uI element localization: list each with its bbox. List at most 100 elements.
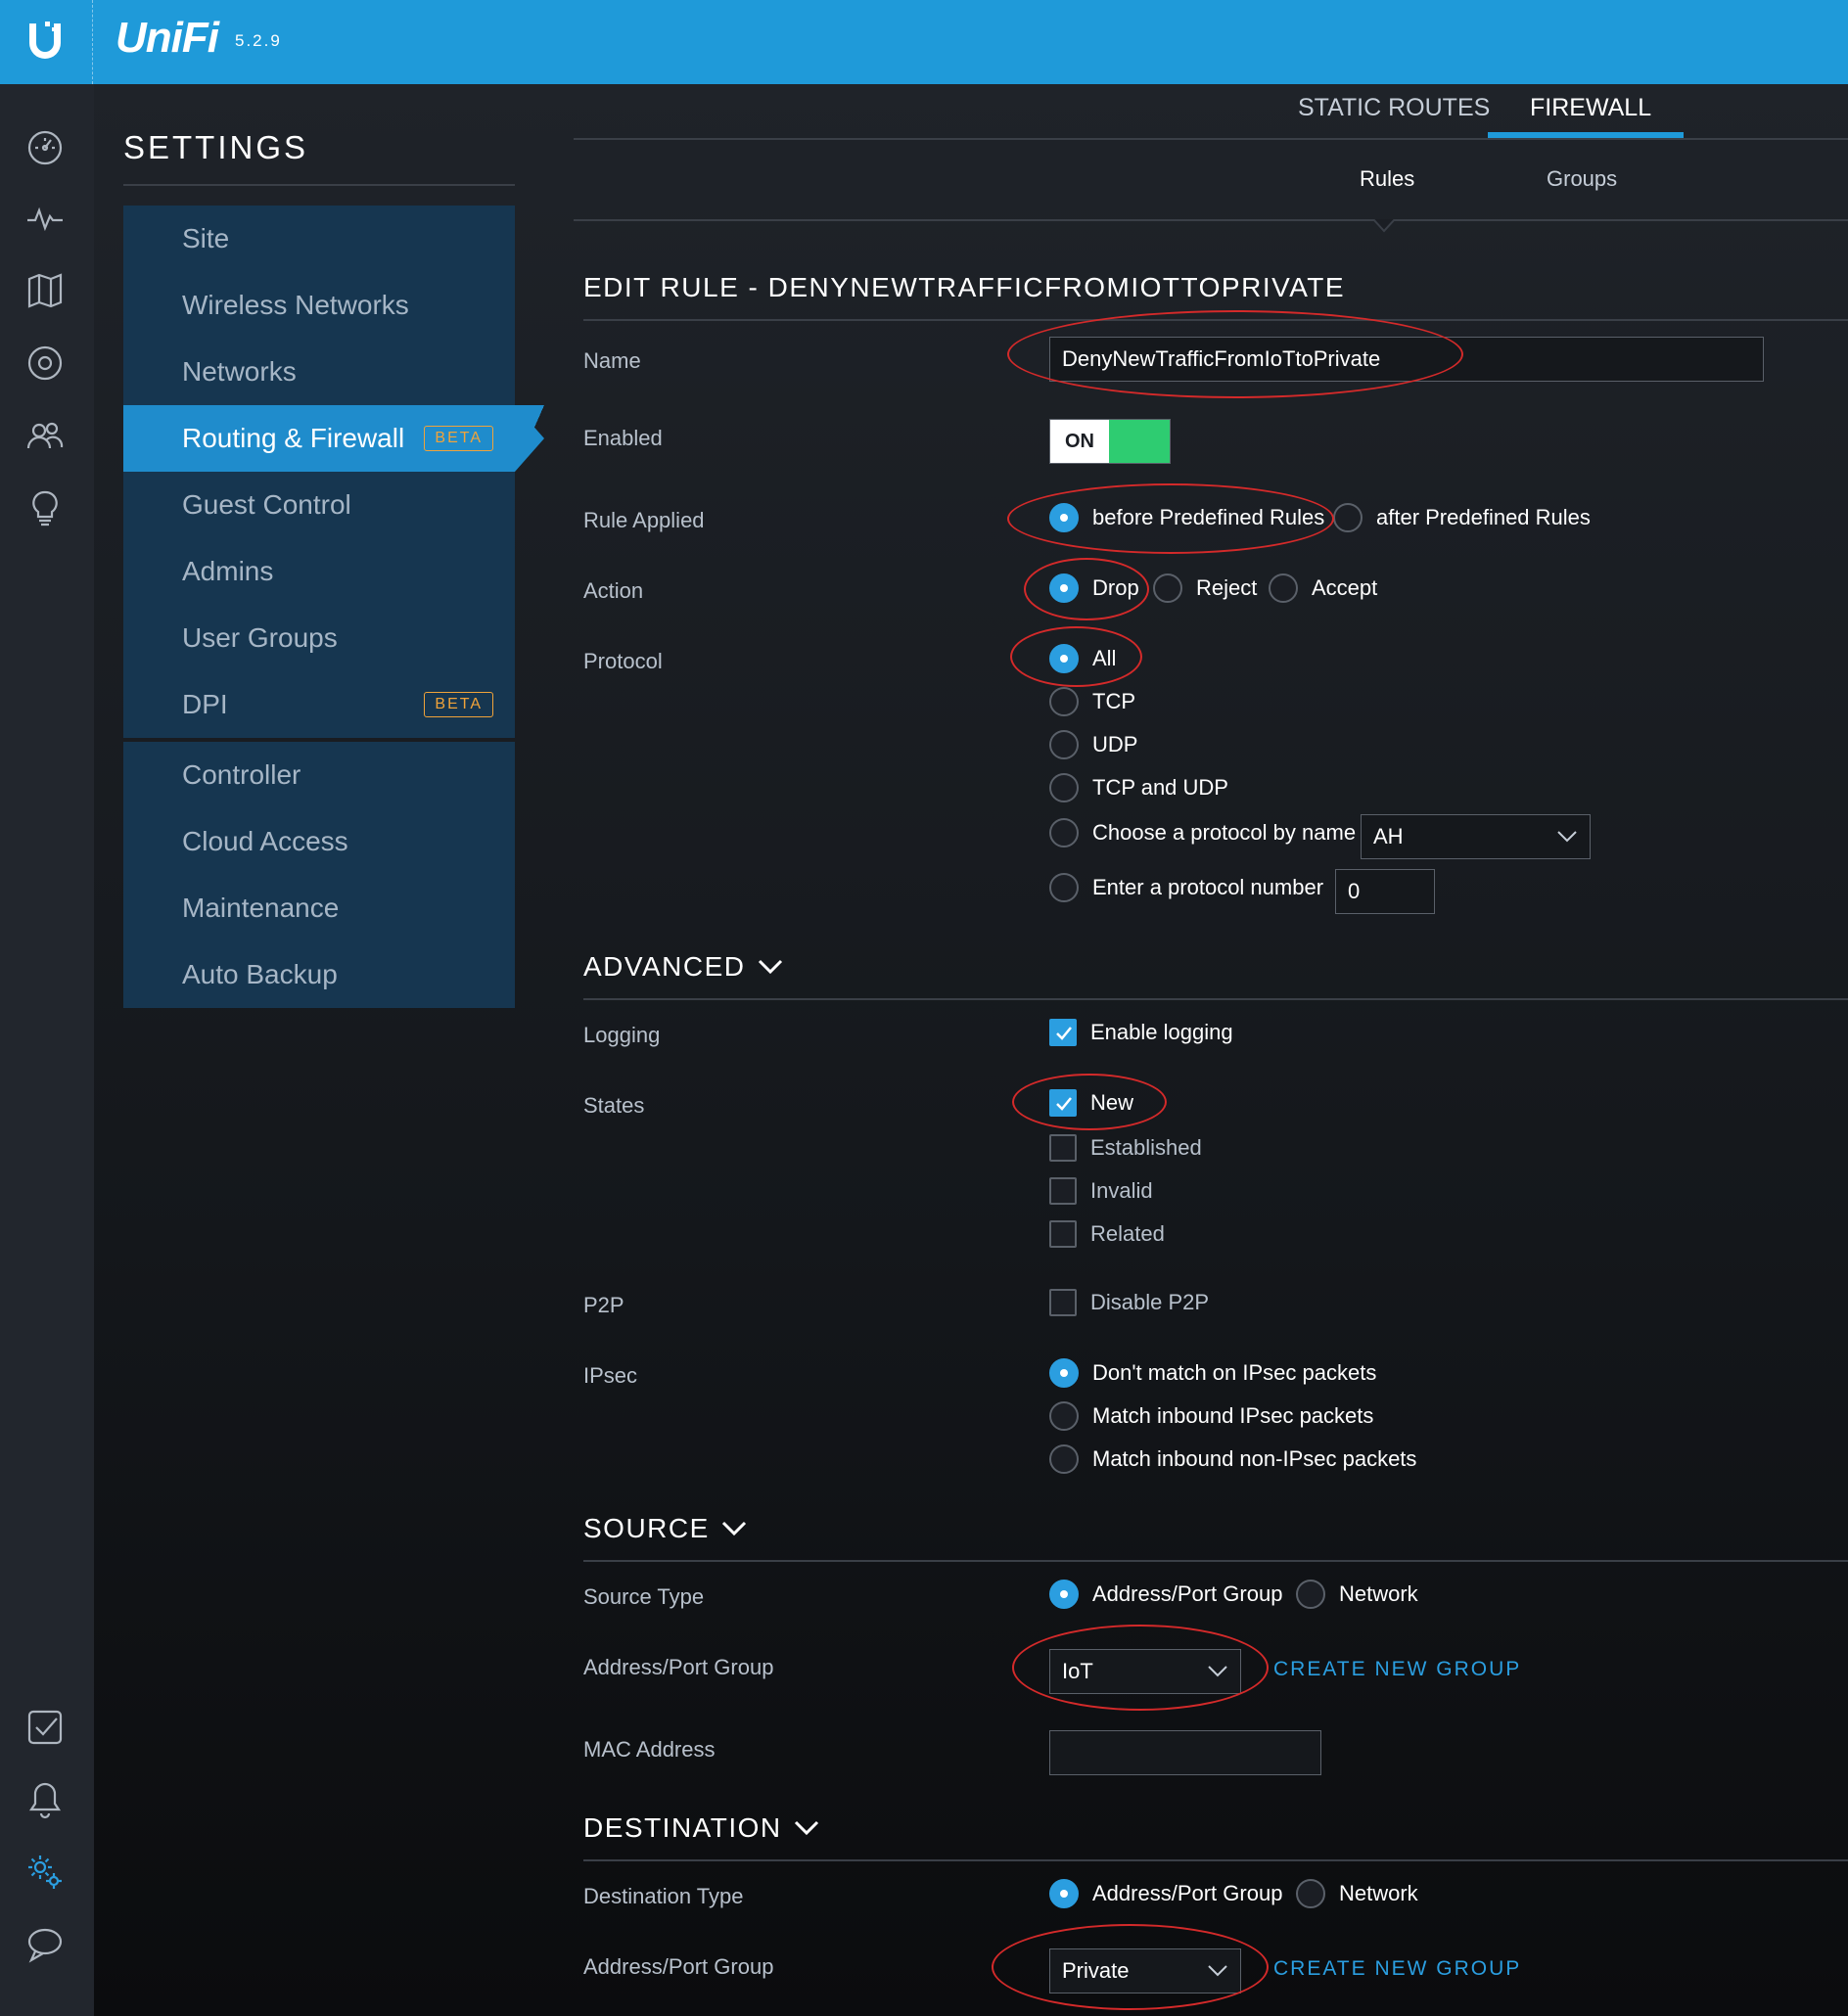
map-icon[interactable] <box>23 269 67 312</box>
tab-static-routes[interactable]: STATIC ROUTES <box>1298 94 1490 122</box>
radio-unselected[interactable] <box>1269 573 1298 603</box>
radio-selected[interactable] <box>1049 1879 1079 1908</box>
protocol-all-option[interactable]: All <box>1049 644 1116 673</box>
chat-icon[interactable] <box>23 1923 67 1966</box>
checkbox-unchecked[interactable] <box>1049 1134 1077 1162</box>
radio-unselected[interactable] <box>1049 730 1079 759</box>
radio-selected[interactable] <box>1049 644 1079 673</box>
settings-divider <box>123 184 515 186</box>
option-label: Don't match on IPsec packets <box>1092 1360 1377 1385</box>
chevron-down-icon <box>1208 1965 1227 1977</box>
source-type-network-option[interactable]: Network <box>1296 1580 1418 1609</box>
checkbox-unchecked[interactable] <box>1049 1289 1077 1316</box>
rule-applied-after-option[interactable]: after Predefined Rules <box>1333 503 1591 532</box>
nav-item-networks[interactable]: Networks <box>123 339 515 405</box>
radio-unselected[interactable] <box>1333 503 1363 532</box>
state-related-option[interactable]: Related <box>1049 1220 1165 1248</box>
dashboard-icon[interactable] <box>23 126 67 169</box>
checkmark-icon <box>1056 1027 1072 1040</box>
state-invalid-option[interactable]: Invalid <box>1049 1177 1153 1205</box>
advanced-section-title[interactable]: ADVANCED <box>583 951 783 983</box>
destination-section-title[interactable]: DESTINATION <box>583 1812 819 1844</box>
nav-item-cloud-access[interactable]: Cloud Access <box>123 808 515 875</box>
destination-type-group-option[interactable]: Address/Port Group <box>1049 1879 1282 1908</box>
nav-item-user-groups[interactable]: User Groups <box>123 605 515 671</box>
checkbox-unchecked[interactable] <box>1049 1220 1077 1248</box>
source-create-group-link[interactable]: CREATE NEW GROUP <box>1273 1658 1521 1681</box>
option-label: Enter a protocol number <box>1092 875 1324 899</box>
enable-logging-option[interactable]: Enable logging <box>1049 1019 1233 1046</box>
alerts-icon[interactable] <box>23 1778 67 1821</box>
nav-item-wireless-networks[interactable]: Wireless Networks <box>123 272 515 339</box>
radio-selected[interactable] <box>1049 1358 1079 1388</box>
ipsec-non-inbound-option[interactable]: Match inbound non-IPsec packets <box>1049 1444 1416 1474</box>
radio-unselected[interactable] <box>1296 1580 1325 1609</box>
nav-item-auto-backup[interactable]: Auto Backup <box>123 941 515 1008</box>
radio-selected[interactable] <box>1049 503 1079 532</box>
protocol-udp-option[interactable]: UDP <box>1049 730 1137 759</box>
protocol-by-name-option[interactable]: Choose a protocol by name <box>1049 818 1356 848</box>
disable-p2p-option[interactable]: Disable P2P <box>1049 1289 1209 1316</box>
radio-unselected[interactable] <box>1049 687 1079 716</box>
protocol-name-select[interactable]: AH <box>1361 814 1591 859</box>
subtab-groups[interactable]: Groups <box>1547 166 1617 192</box>
rule-applied-before-option[interactable]: before Predefined Rules <box>1049 503 1324 532</box>
radio-selected[interactable] <box>1049 573 1079 603</box>
destination-create-group-link[interactable]: CREATE NEW GROUP <box>1273 1957 1521 1981</box>
radio-unselected[interactable] <box>1296 1879 1325 1908</box>
radio-unselected[interactable] <box>1049 818 1079 848</box>
insights-icon[interactable] <box>23 486 67 529</box>
edit-rule-title: EDIT RULE - DENYNEWTRAFFICFROMIOTTOPRIVA… <box>583 272 1345 303</box>
nav-item-admins[interactable]: Admins <box>123 538 515 605</box>
nav-item-label: Maintenance <box>182 893 340 923</box>
mac-address-input[interactable] <box>1049 1730 1321 1775</box>
state-established-option[interactable]: Established <box>1049 1134 1202 1162</box>
radio-unselected[interactable] <box>1049 773 1079 802</box>
clients-icon[interactable] <box>23 414 67 457</box>
nav-item-label: DPI <box>182 689 228 719</box>
source-type-group-option[interactable]: Address/Port Group <box>1049 1580 1282 1609</box>
nav-item-controller[interactable]: Controller <box>123 742 515 808</box>
subtab-rules[interactable]: Rules <box>1360 166 1414 192</box>
enabled-toggle[interactable]: ON <box>1049 419 1171 464</box>
protocol-tcp-udp-option[interactable]: TCP and UDP <box>1049 773 1228 802</box>
nav-item-site[interactable]: Site <box>123 206 515 272</box>
nav-item-routing-firewall[interactable]: Routing & Firewall BETA <box>123 405 544 472</box>
tab-firewall[interactable]: FIREWALL <box>1530 94 1651 122</box>
destination-type-network-option[interactable]: Network <box>1296 1879 1418 1908</box>
nav-item-maintenance[interactable]: Maintenance <box>123 875 515 941</box>
source-group-select[interactable]: IoT <box>1049 1649 1241 1694</box>
source-section-title[interactable]: SOURCE <box>583 1513 747 1544</box>
radio-unselected[interactable] <box>1153 573 1182 603</box>
rule-name-input[interactable]: DenyNewTrafficFromIoTtoPrivate <box>1049 337 1764 382</box>
nav-item-dpi[interactable]: DPI BETA <box>123 671 515 738</box>
section-title-text: DESTINATION <box>583 1812 782 1843</box>
checkbox-checked[interactable] <box>1049 1019 1077 1046</box>
protocol-by-number-option[interactable]: Enter a protocol number <box>1049 873 1323 902</box>
nav-item-label: Auto Backup <box>182 959 338 989</box>
checkbox-unchecked[interactable] <box>1049 1177 1077 1205</box>
events-icon[interactable] <box>23 1706 67 1749</box>
protocol-tcp-option[interactable]: TCP <box>1049 687 1135 716</box>
action-label: Action <box>583 578 644 603</box>
nav-item-guest-control[interactable]: Guest Control <box>123 472 515 538</box>
ipsec-dont-match-option[interactable]: Don't match on IPsec packets <box>1049 1358 1376 1388</box>
checkbox-checked[interactable] <box>1049 1089 1077 1117</box>
ubiquiti-logo-icon[interactable] <box>22 16 69 63</box>
protocol-number-input[interactable]: 0 <box>1335 869 1435 914</box>
radio-selected[interactable] <box>1049 1580 1079 1609</box>
statistics-icon[interactable] <box>23 197 67 240</box>
settings-icon[interactable] <box>23 1851 67 1894</box>
radio-unselected[interactable] <box>1049 1401 1079 1431</box>
destination-group-select[interactable]: Private <box>1049 1948 1241 1993</box>
radio-unselected[interactable] <box>1049 873 1079 902</box>
state-new-option[interactable]: New <box>1049 1089 1133 1117</box>
radio-unselected[interactable] <box>1049 1444 1079 1474</box>
ipsec-inbound-option[interactable]: Match inbound IPsec packets <box>1049 1401 1373 1431</box>
action-reject-option[interactable]: Reject <box>1153 573 1257 603</box>
devices-icon[interactable] <box>23 342 67 385</box>
nav-item-label: Site <box>182 223 230 253</box>
action-drop-option[interactable]: Drop <box>1049 573 1139 603</box>
section-title-text: ADVANCED <box>583 951 746 982</box>
action-accept-option[interactable]: Accept <box>1269 573 1377 603</box>
